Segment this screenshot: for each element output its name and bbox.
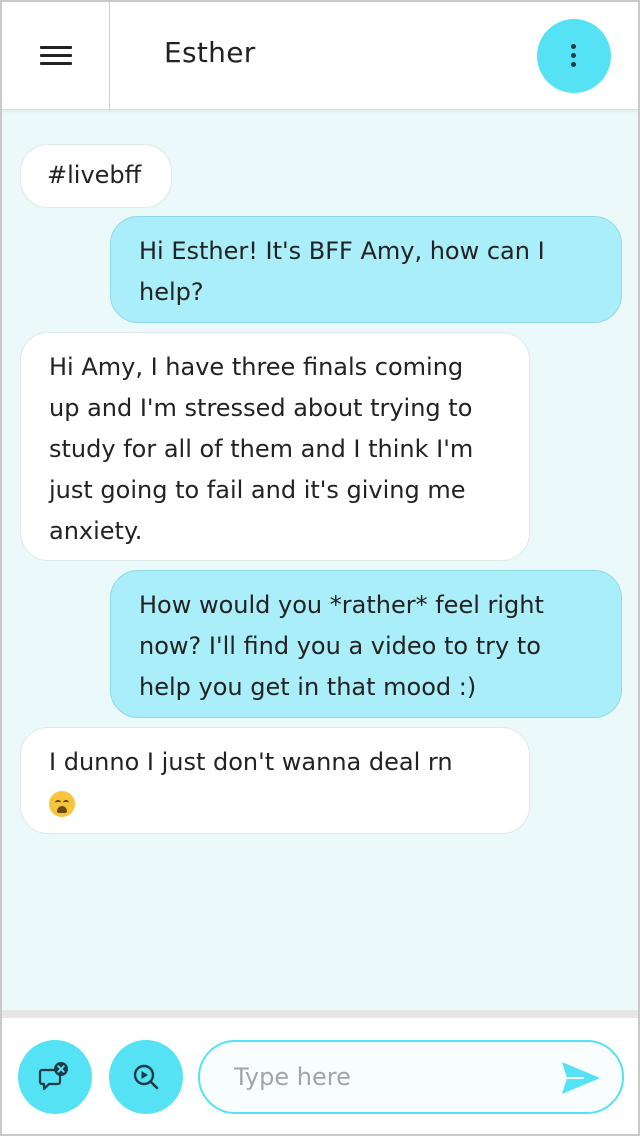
message-text: Hi Esther! It's BFF Amy, how can I help? xyxy=(139,237,545,306)
message-input-container xyxy=(198,1040,624,1114)
video-search-button[interactable] xyxy=(109,1040,183,1114)
end-chat-button[interactable] xyxy=(18,1040,92,1114)
message-text: How would you *rather* feel right now? I… xyxy=(139,591,544,701)
video-search-icon xyxy=(133,1064,159,1090)
weary-face-emoji xyxy=(49,791,75,817)
message-bubble-outgoing: How would you *rather* feel right now? I… xyxy=(110,570,622,718)
message-text: I dunno I just don't wanna deal rn xyxy=(49,748,453,776)
message-bubble-outgoing: Hi Esther! It's BFF Amy, how can I help? xyxy=(110,216,622,323)
chat-title: Esther xyxy=(164,36,256,69)
message-bubble-incoming: #livebff xyxy=(20,144,172,208)
composer-divider xyxy=(2,1010,638,1018)
message-bubble-incoming: I dunno I just don't wanna deal rn xyxy=(20,727,530,834)
app-header: Esther xyxy=(2,2,638,110)
app-frame: Esther #livebff Hi Esther! It's BFF Amy,… xyxy=(0,0,640,1136)
composer-bar xyxy=(2,1018,638,1134)
message-bubble-incoming: Hi Amy, I have three finals coming up an… xyxy=(20,332,530,561)
message-input[interactable] xyxy=(234,1056,534,1098)
send-icon[interactable] xyxy=(560,1060,602,1096)
vertical-dots-icon xyxy=(571,44,577,68)
menu-button[interactable] xyxy=(2,2,110,110)
more-options-button[interactable] xyxy=(537,19,611,93)
message-text: #livebff xyxy=(47,161,142,189)
hamburger-menu-icon xyxy=(39,46,72,66)
message-text: Hi Amy, I have three finals coming up an… xyxy=(49,353,474,545)
chat-bubble-close-icon xyxy=(38,1062,68,1091)
